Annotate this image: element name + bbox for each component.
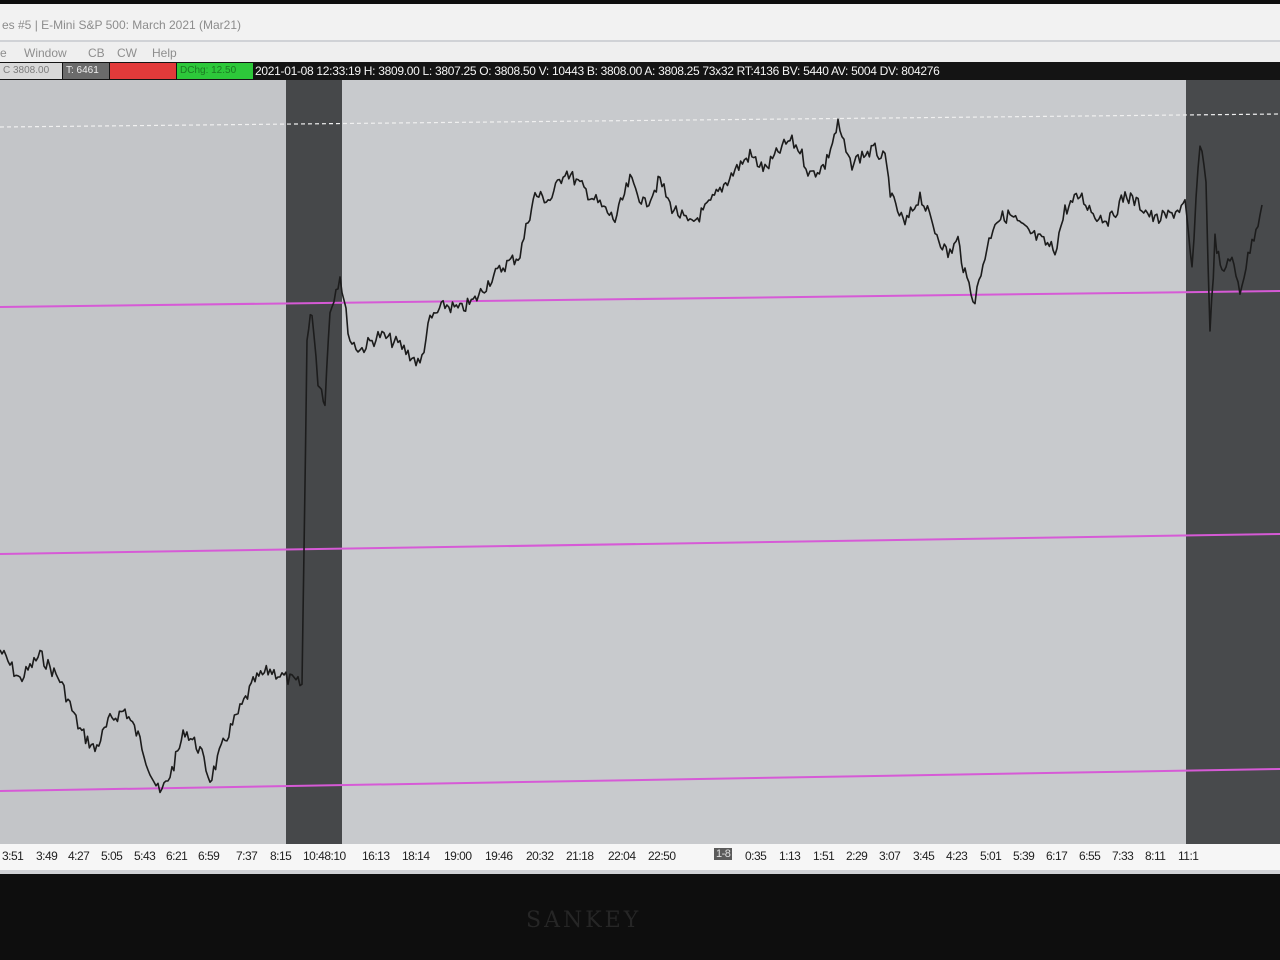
time-tick: 6:17 (1046, 849, 1068, 863)
time-tick: 6:21 (166, 849, 188, 863)
time-tick: 10:48:10 (303, 849, 346, 863)
menu-item-cb[interactable]: CB (88, 46, 105, 60)
monitor-screen: es #5 | E-Mini S&P 500: March 2021 (Mar2… (0, 4, 1280, 874)
time-tick: 7:37 (236, 849, 258, 863)
daily-change-box: DChg: 12.50 (177, 63, 253, 79)
time-tick: 21:18 (566, 849, 594, 863)
session-region-1 (0, 80, 300, 844)
time-tick: 3:51 (2, 849, 24, 863)
time-tick: 7:33 (1112, 849, 1134, 863)
time-tick: 4:27 (68, 849, 90, 863)
time-tick: 20:32 (526, 849, 554, 863)
session-shading-dark-2 (1186, 80, 1280, 844)
time-tick: 1:51 (813, 849, 835, 863)
quote-bar: C 3808.00 T: 6461 DChg: 12.50 2021-01-08… (0, 62, 1280, 80)
time-tick: 22:04 (608, 849, 636, 863)
menu-item-cw[interactable]: CW (117, 46, 137, 60)
menu-item-window[interactable]: Window (24, 46, 67, 60)
menu-bar: e Window CB CW Help (0, 42, 1280, 62)
menu-item-file[interactable]: e (0, 46, 7, 60)
time-tick: 6:55 (1079, 849, 1101, 863)
time-tick: 22:50 (648, 849, 676, 863)
time-tick: 5:01 (980, 849, 1002, 863)
window-title: es #5 | E-Mini S&P 500: March 2021 (Mar2… (2, 18, 242, 32)
window-titlebar[interactable]: es #5 | E-Mini S&P 500: March 2021 (Mar2… (0, 4, 1280, 40)
time-tick: 5:05 (101, 849, 123, 863)
monitor-bezel: es #5 | E-Mini S&P 500: March 2021 (Mar2… (0, 0, 1280, 960)
time-tick: 18:14 (402, 849, 430, 863)
time-tick: 5:43 (134, 849, 156, 863)
session-marker: 1-8 (714, 848, 733, 860)
time-tick: 16:13 (362, 849, 390, 863)
time-tick: 0:35 (745, 849, 767, 863)
time-tick: 3:49 (36, 849, 58, 863)
time-tick: 4:23 (946, 849, 968, 863)
time-tick: 2:29 (846, 849, 868, 863)
last-price-box: C 3808.00 (0, 63, 62, 79)
price-chart[interactable] (0, 80, 1280, 844)
bid-ask-indicator (110, 63, 176, 79)
time-tick: 11:1 (1178, 849, 1199, 863)
time-tick: 5:39 (1013, 849, 1035, 863)
trades-box: T: 6461 (63, 63, 109, 79)
time-tick: 1:13 (779, 849, 801, 863)
time-tick: 3:45 (913, 849, 935, 863)
time-tick: 8:15 (270, 849, 292, 863)
menu-item-help[interactable]: Help (152, 46, 177, 60)
time-tick: 19:00 (444, 849, 472, 863)
time-axis: 3:51 3:49 4:27 5:05 5:43 6:21 6:59 7:37 8:15 10:4… (0, 844, 1280, 870)
time-tick: 8:11 (1145, 849, 1166, 863)
quote-stats: 2021-01-08 12:33:19 H: 3809.00 L: 3807.2… (255, 64, 940, 78)
session-region-2 (342, 80, 1200, 844)
time-tick: 6:59 (198, 849, 220, 863)
time-tick: 3:07 (879, 849, 901, 863)
monitor-brand-logo: SANKEY (526, 908, 642, 933)
time-tick: 19:46 (485, 849, 513, 863)
